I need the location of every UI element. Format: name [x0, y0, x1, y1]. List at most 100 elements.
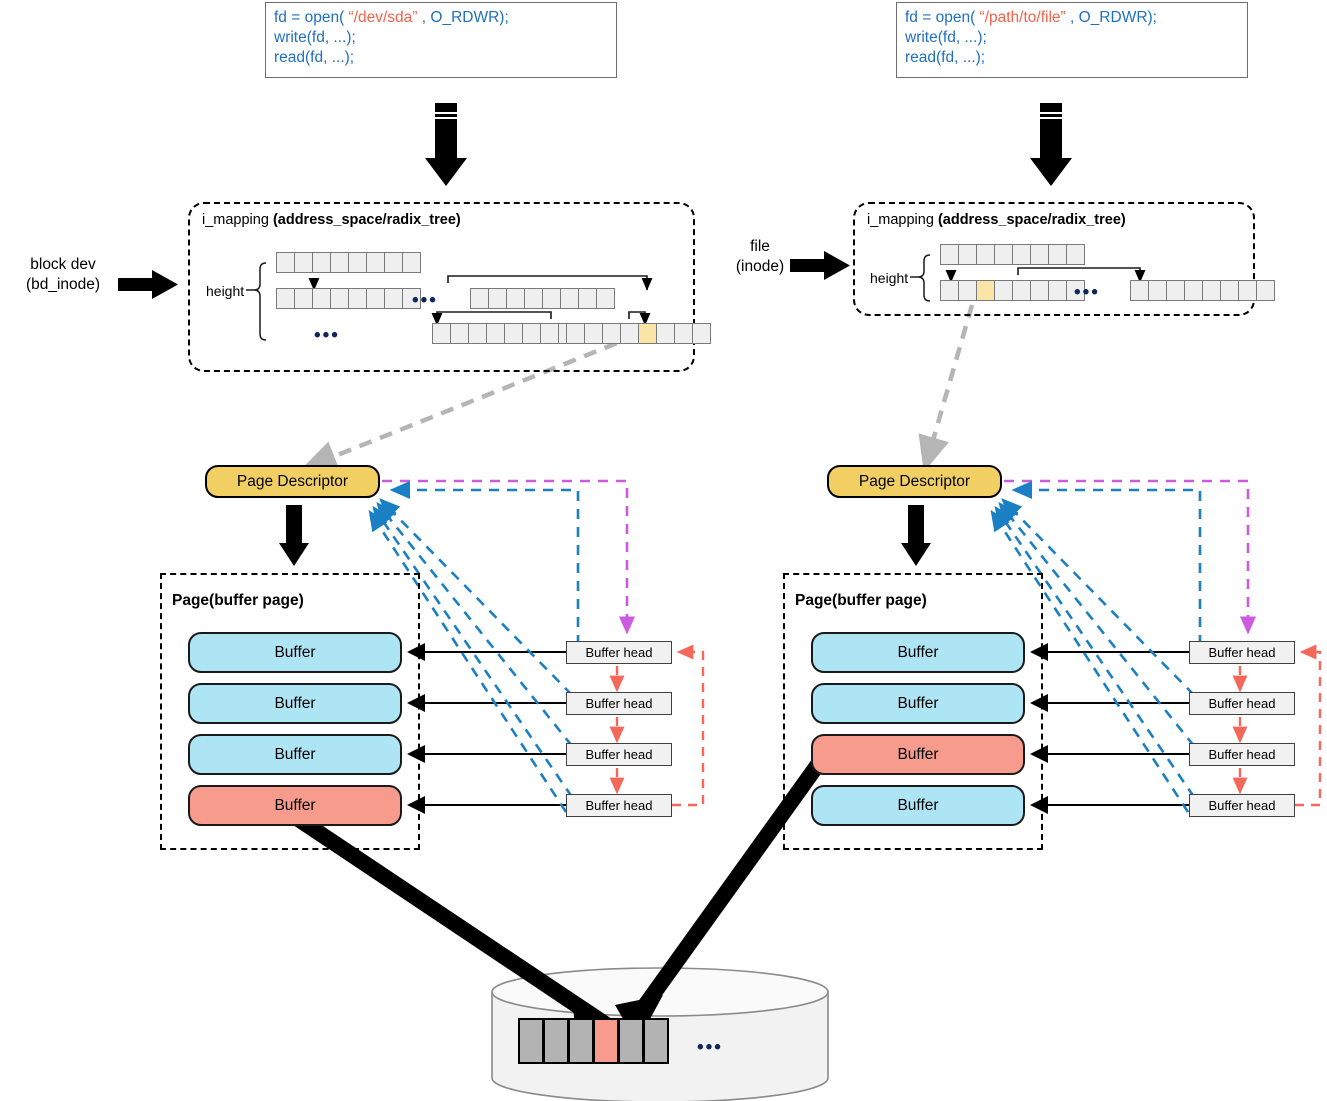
radix-cell [1256, 280, 1275, 301]
left-buffer-head-2[interactable]: Buffer head [566, 743, 672, 766]
radix-cell [958, 244, 977, 265]
radix-cell [384, 288, 403, 309]
radix-cell [470, 288, 489, 309]
right-i-mapping-title: i_mapping (address_space/radix_tree) [867, 212, 1126, 228]
radix-cell [348, 252, 367, 273]
right-radix-to-page-descriptor [918, 304, 975, 473]
right-radix-dots-middle: ••• [1074, 282, 1100, 303]
left-buffer-0[interactable]: Buffer [188, 632, 402, 673]
radix-cell [994, 244, 1013, 265]
radix-cell [596, 288, 615, 309]
radix-cell [542, 288, 561, 309]
right-buffer-0[interactable]: Buffer [811, 632, 1025, 673]
left-code-box: fd = open( “/dev/sda” , O_RDWR); write(f… [265, 2, 617, 78]
left-code-line1: fd = open( “/dev/sda” , O_RDWR); [274, 9, 509, 26]
radix-cell [1130, 280, 1149, 301]
right-buffer-head-2[interactable]: Buffer head [1189, 743, 1295, 766]
left-radix-node-l0 [276, 252, 421, 273]
left-buffer-3-dirty[interactable]: Buffer [188, 785, 402, 826]
disk-block-2 [568, 1018, 594, 1064]
radix-cell [524, 288, 543, 309]
arrow-right-code-to-mapping [1030, 103, 1072, 186]
radix-cell [656, 323, 675, 344]
connector-layer [118, 103, 1322, 1101]
radix-cell [1012, 280, 1031, 301]
radix-cell [312, 252, 331, 273]
radix-cell [1148, 280, 1167, 301]
right-buffer-head-1[interactable]: Buffer head [1189, 692, 1295, 715]
arrow-blockdev-to-mapping [118, 270, 178, 299]
radix-cell [540, 323, 559, 344]
radix-cell [958, 280, 977, 301]
left-radix-node-l1b [470, 288, 615, 309]
radix-cell [384, 252, 403, 273]
left-i-mapping-title: i_mapping (address_space/radix_tree) [202, 212, 461, 228]
radix-cell [560, 288, 579, 309]
radix-cell [674, 323, 693, 344]
radix-cell [1202, 280, 1221, 301]
block-dev-label: block dev (bd_inode) [8, 255, 118, 295]
radix-cell-highlighted [976, 280, 995, 301]
left-radix-node-l1a [276, 288, 421, 309]
right-page-descriptor[interactable]: Page Descriptor [827, 465, 1002, 498]
disk-dots: ••• [697, 1037, 723, 1058]
right-code-line3: read(fd, ...); [905, 49, 986, 66]
left-buffer-head-1[interactable]: Buffer head [566, 692, 672, 715]
left-buffer-head-0[interactable]: Buffer head [566, 641, 672, 664]
arrow-right-pd-to-page [901, 505, 931, 566]
radix-cell [994, 280, 1013, 301]
right-buffer-3[interactable]: Buffer [811, 785, 1025, 826]
arrow-left-pd-to-page [279, 505, 309, 566]
radix-cell [602, 323, 621, 344]
disk-block-3-target [593, 1018, 619, 1064]
right-radix-node-l1b [1130, 280, 1275, 301]
radix-cell [976, 244, 995, 265]
radix-cell [366, 252, 385, 273]
radix-cell [432, 323, 451, 344]
right-code-line1: fd = open( “/path/to/file” , O_RDWR); [905, 9, 1157, 26]
left-radix-dots-middle: ••• [412, 290, 438, 311]
left-buffer-2[interactable]: Buffer [188, 734, 402, 775]
left-bh-linked-list [609, 644, 705, 807]
left-code-line3: read(fd, ...); [274, 49, 355, 66]
radix-cell [1166, 280, 1185, 301]
radix-cell [940, 280, 959, 301]
right-buffer-2-dirty[interactable]: Buffer [811, 734, 1025, 775]
radix-cell [488, 288, 507, 309]
radix-cell [578, 288, 597, 309]
file-inode-label: file (inode) [722, 237, 798, 277]
left-buffer-1[interactable]: Buffer [188, 683, 402, 724]
right-code-line2: write(fd, ...); [905, 29, 987, 46]
radix-cell [366, 288, 385, 309]
right-buffer-head-3[interactable]: Buffer head [1189, 794, 1295, 817]
left-radix-node-l2b [566, 323, 711, 344]
left-radix-dots-bottom: ••• [314, 325, 340, 346]
radix-cell [504, 323, 523, 344]
radix-cell [1048, 244, 1067, 265]
radix-cell [940, 244, 959, 265]
radix-cell [522, 323, 541, 344]
radix-cell [330, 288, 349, 309]
radix-cell [468, 323, 487, 344]
radix-cell [330, 252, 349, 273]
radix-cell [1220, 280, 1239, 301]
right-page-box-title: Page(buffer page) [795, 592, 927, 609]
left-page-descriptor[interactable]: Page Descriptor [205, 465, 380, 498]
radix-cell [276, 288, 295, 309]
radix-cell [1048, 280, 1067, 301]
radix-cell [1184, 280, 1203, 301]
disk-block-1 [543, 1018, 569, 1064]
right-buffer-head-0[interactable]: Buffer head [1189, 641, 1295, 664]
radix-cell [1238, 280, 1257, 301]
radix-cell [348, 288, 367, 309]
file-label-line2: (inode) [735, 258, 785, 275]
left-buffer-head-3[interactable]: Buffer head [566, 794, 672, 817]
radix-cell [450, 323, 469, 344]
right-buffer-1[interactable]: Buffer [811, 683, 1025, 724]
radix-cell [620, 323, 639, 344]
radix-cell-highlighted [638, 323, 657, 344]
arrow-left-buffer-to-disk [293, 816, 624, 1045]
right-radix-node-l0 [940, 244, 1085, 265]
radix-cell [1030, 244, 1049, 265]
radix-cell [584, 323, 603, 344]
